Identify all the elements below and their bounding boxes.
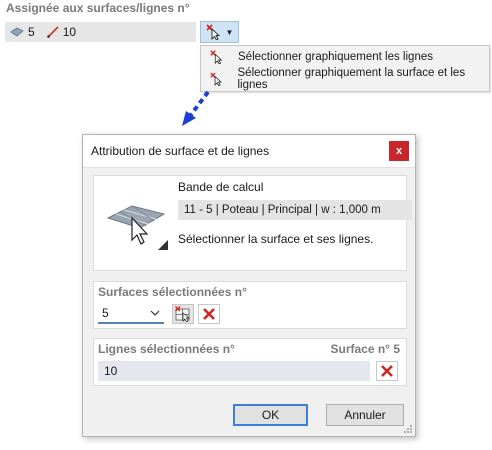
surface-select[interactable]: 5 <box>98 304 164 324</box>
graphic-select-button[interactable]: ▼ <box>200 21 239 43</box>
lines-input[interactable]: 10 <box>98 361 370 381</box>
close-button[interactable]: x <box>389 141 409 161</box>
menu-item-select-surface-lines[interactable]: Sélectionner graphiquement la surface et… <box>201 67 489 91</box>
line-icon <box>46 26 59 38</box>
menu-item-label: Sélectionner graphiquement les lignes <box>238 51 433 63</box>
assign-title: Assignée aux surfaces/lignes n° <box>6 1 190 15</box>
dialog-titlebar: Attribution de surface et de lignes x <box>83 135 415 168</box>
graphic-select-menu: Sélectionner graphiquement les lignes Sé… <box>200 45 490 92</box>
pick-cursor-icon <box>210 72 222 86</box>
menu-item-label: Sélectionner graphiquement la surface et… <box>237 67 466 91</box>
lines-input-value: 10 <box>104 364 118 378</box>
line-value: 10 <box>62 25 77 39</box>
lines-panel: Lignes sélectionnées n° Surface n° 5 10 <box>93 338 407 386</box>
cancel-button[interactable]: Annuler <box>326 404 404 426</box>
surface-value: 5 <box>28 25 35 39</box>
surface-number-label: Surface n° 5 <box>330 342 401 356</box>
surface-icon <box>10 27 24 37</box>
surface-lines-dialog: Attribution de surface et de lignes x Ba… <box>82 134 416 437</box>
ok-button[interactable]: OK <box>233 404 308 426</box>
chevron-down-icon: ▼ <box>225 27 234 37</box>
pick-grid-icon <box>175 306 190 322</box>
pick-surface-button[interactable] <box>172 304 194 324</box>
pick-cursor-icon <box>205 24 220 40</box>
surface-preview-icon <box>106 205 168 250</box>
delete-x-icon <box>203 308 215 320</box>
pointer-arrow-icon <box>182 90 210 126</box>
resize-grip-icon[interactable] <box>403 424 413 434</box>
info-value: 11 - 5 | Poteau | Principal | w : 1,000 … <box>178 200 412 220</box>
dialog-title: Attribution de surface et de lignes <box>91 144 270 158</box>
clear-lines-button[interactable] <box>376 361 398 381</box>
delete-x-icon <box>381 365 393 377</box>
surfaces-panel: Surfaces sélectionnées n° 5 <box>93 281 407 329</box>
info-label: Bande de calcul <box>178 180 264 194</box>
surface-part: 5 <box>10 25 35 39</box>
info-hint: Sélectionner la surface et ses lignes. <box>178 232 374 246</box>
pick-cursor-icon <box>210 50 223 64</box>
info-panel: Bande de calcul 11 - 5 | Poteau | Princi… <box>93 175 412 271</box>
clear-surfaces-button[interactable] <box>198 304 220 324</box>
surface-select-value: 5 <box>102 306 109 320</box>
lines-title: Lignes sélectionnées n° <box>98 342 235 356</box>
surfaces-title: Surfaces sélectionnées n° <box>98 285 247 299</box>
assign-field[interactable]: 5 10 <box>5 22 196 42</box>
chevron-down-icon <box>150 310 160 316</box>
menu-item-select-lines[interactable]: Sélectionner graphiquement les lignes <box>201 46 489 68</box>
line-part: 10 <box>46 25 77 39</box>
